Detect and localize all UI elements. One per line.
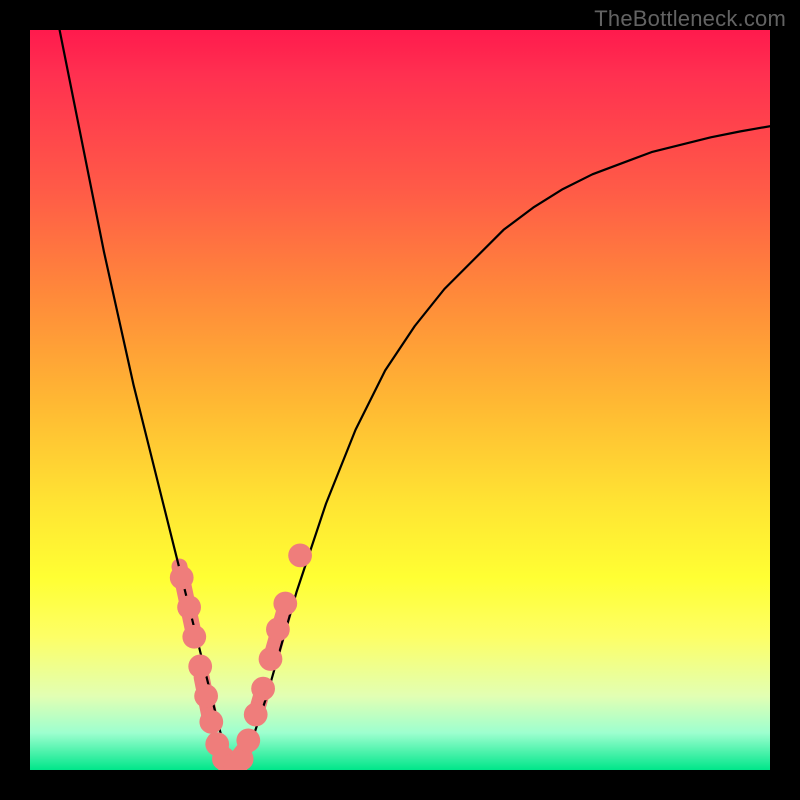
marker-dot	[244, 703, 268, 727]
marker-dot	[259, 647, 283, 671]
marker-dot	[266, 618, 290, 642]
marker-dot	[236, 729, 260, 753]
marker-dot	[199, 710, 223, 734]
watermark-text: TheBottleneck.com	[594, 6, 786, 32]
bottleneck-curve	[60, 30, 770, 770]
chart-frame	[30, 30, 770, 770]
marker-dots	[170, 544, 312, 770]
marker-dot	[188, 655, 212, 679]
marker-dot	[177, 595, 201, 619]
marker-dot	[194, 684, 218, 708]
marker-dot	[170, 566, 194, 590]
marker-dot	[273, 592, 297, 616]
chart-svg	[30, 30, 770, 770]
marker-dot	[182, 625, 206, 649]
marker-dot	[288, 544, 312, 568]
marker-dot	[251, 677, 275, 701]
